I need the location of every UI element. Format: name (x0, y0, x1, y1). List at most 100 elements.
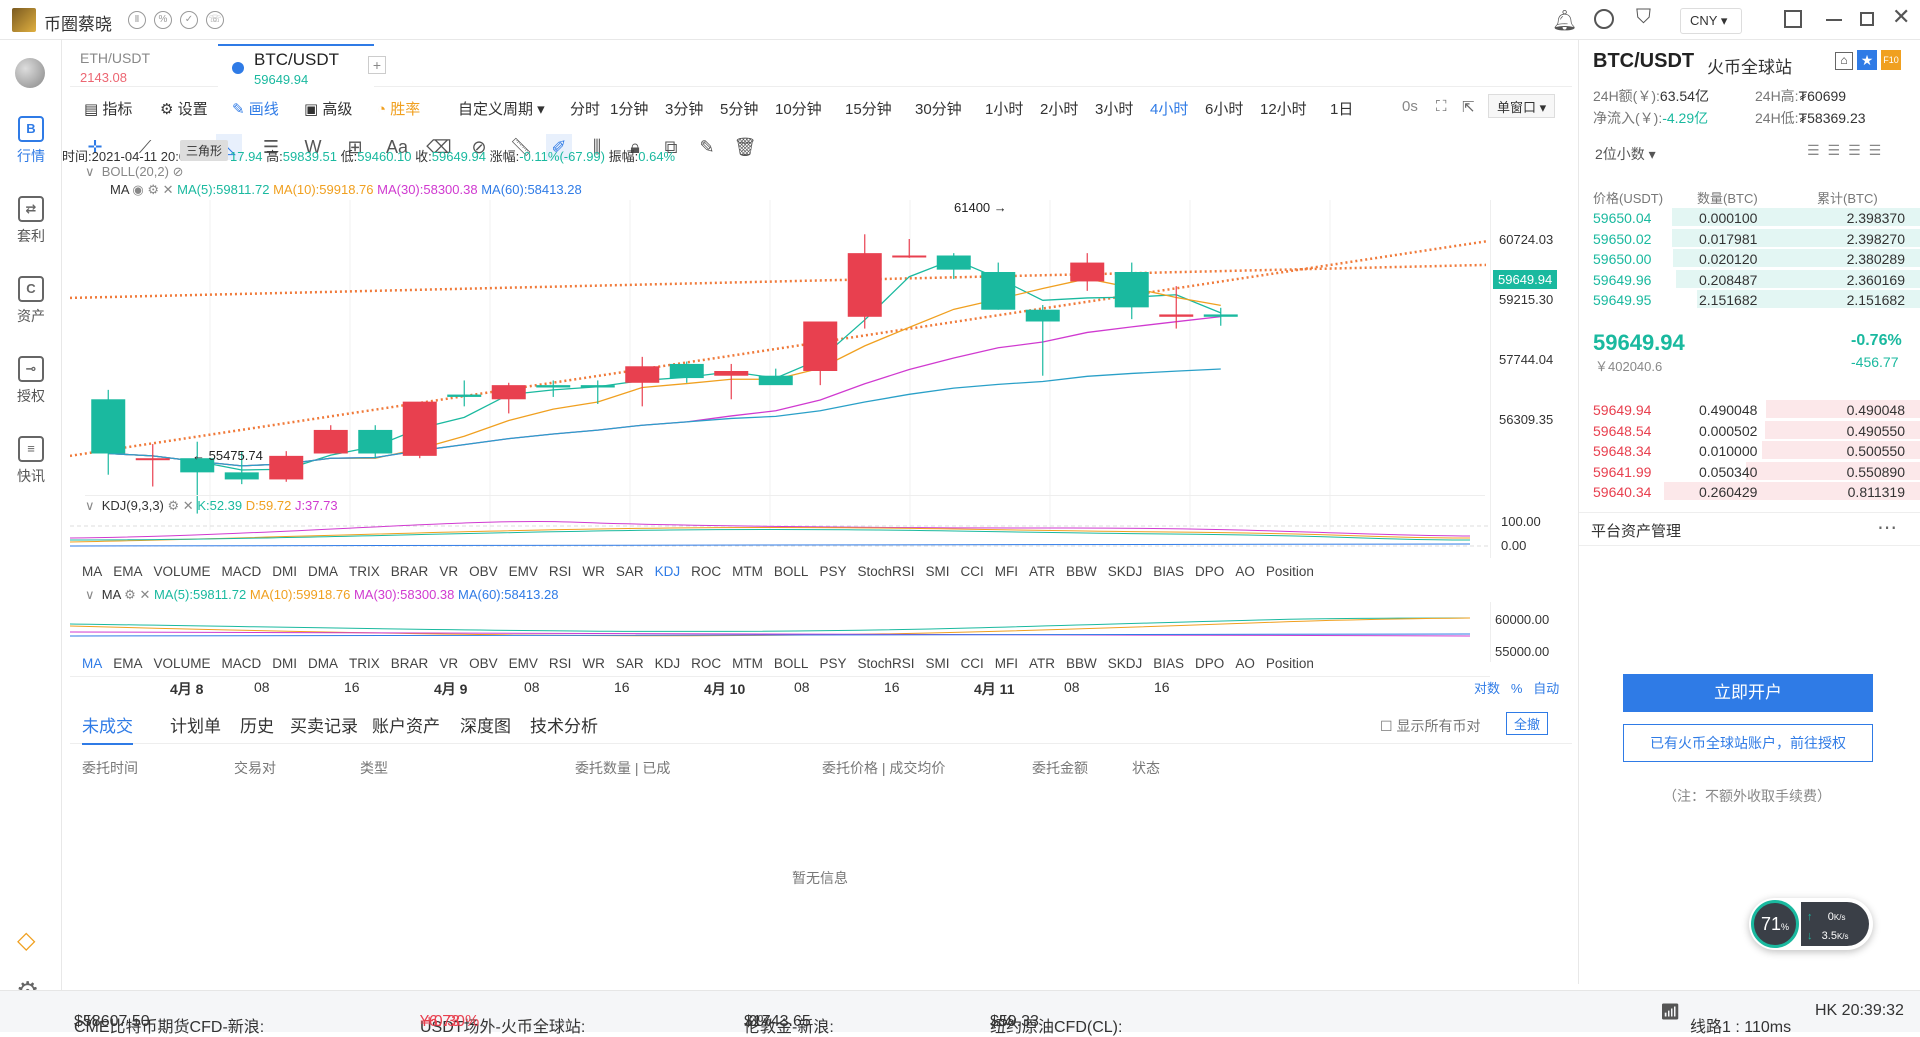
ticker-usdt[interactable]: USDT场外-火币全球站: ¥6.73 +0.30% (420, 1002, 585, 1036)
indicator-obv[interactable]: OBV (469, 656, 498, 671)
indicator-cci[interactable]: CCI (961, 564, 984, 579)
fullscreen-icon[interactable]: ⛶ (1436, 98, 1447, 115)
order-tab-6[interactable]: 技术分析 (530, 712, 598, 737)
home-icon[interactable]: ⌂ (1835, 52, 1853, 70)
indicator-kdj[interactable]: KDJ (655, 564, 681, 579)
delete-tool-icon[interactable]: 🗑︎ (732, 134, 758, 160)
period-10[interactable]: 4小时 (1150, 98, 1188, 119)
pct-toggle[interactable]: % (1511, 681, 1523, 696)
winrate-button[interactable]: ◔ 胜率 (377, 98, 420, 119)
window-mode-select[interactable]: 单窗口 ▾ (1488, 94, 1556, 118)
period-12[interactable]: 12小时 (1260, 98, 1307, 119)
indicator-ma[interactable]: MA (82, 564, 102, 579)
open-account-button[interactable]: 立即开户 (1623, 674, 1873, 712)
tab-btc[interactable]: BTC/USDT 59649.94 (218, 44, 374, 87)
kdj-settings-icon[interactable]: ⚙ ✕ (168, 498, 194, 513)
period-8[interactable]: 2小时 (1040, 98, 1078, 119)
sub-settings-icon[interactable]: ⚙ ✕ (124, 587, 150, 602)
indicator-smi[interactable]: SMI (925, 564, 949, 579)
sidebar-item-auth[interactable]: ⊸ 授权 (0, 356, 62, 406)
tab-eth[interactable]: ETH/USDT 2143.08 (80, 46, 210, 86)
indicator-skdj[interactable]: SKDJ (1108, 656, 1143, 671)
advanced-button[interactable]: ▣ 高级 (304, 98, 352, 119)
indicator-dpo[interactable]: DPO (1195, 656, 1224, 671)
sidebar-item-assets[interactable]: C 资产 (0, 276, 62, 326)
indicator-brar[interactable]: BRAR (391, 656, 429, 671)
ticker-gold[interactable]: 伦敦金-新浪: $1743.65 0% (744, 1002, 834, 1036)
indicator-wr[interactable]: WR (582, 564, 605, 579)
indicator-boll[interactable]: BOLL (774, 564, 809, 579)
ticker-cme[interactable]: CME比特币期货CFD-新浪: $58607.50 -% (74, 1002, 264, 1036)
indicator-dmi[interactable]: DMI (272, 564, 297, 579)
order-tab-3[interactable]: 买卖记录 (290, 712, 358, 737)
indicator-kdj[interactable]: KDJ (655, 656, 681, 671)
indicator-bias[interactable]: BIAS (1153, 656, 1184, 671)
sidebar-item-market[interactable]: B 行情 (0, 116, 62, 166)
period-1[interactable]: 1分钟 (610, 98, 648, 119)
cancel-all-button[interactable]: 全撤 (1506, 712, 1549, 735)
diamond-icon[interactable]: ◇ (17, 926, 35, 955)
custom-period-select[interactable]: 自定义周期 ▾ (458, 98, 545, 119)
collapse-icon[interactable]: ∨ (85, 587, 95, 602)
indicator-smi[interactable]: SMI (925, 656, 949, 671)
indicator-volume[interactable]: VOLUME (154, 656, 211, 671)
app-avatar[interactable] (12, 8, 36, 32)
period-7[interactable]: 1小时 (985, 98, 1023, 119)
bell-icon[interactable]: 🔔︎ (1552, 8, 1577, 33)
f10-icon[interactable]: F10 (1881, 50, 1901, 70)
candlestick-chart[interactable] (70, 200, 1490, 530)
draw-button[interactable]: ✎ 画线 (232, 98, 279, 119)
indicator-bbw[interactable]: BBW (1066, 564, 1097, 579)
indicator-mtm[interactable]: MTM (732, 564, 763, 579)
eye-icon[interactable]: ◉ ⚙ ✕ (132, 182, 173, 197)
star-icon[interactable]: ★ (1857, 50, 1877, 70)
phone-icon[interactable]: ☏ (206, 11, 224, 29)
show-all-checkbox[interactable]: ☐ 显示所有币对 (1380, 716, 1480, 736)
indicator-roc[interactable]: ROC (691, 564, 721, 579)
indicator-cci[interactable]: CCI (961, 656, 984, 671)
close-icon[interactable]: ✕ (1892, 4, 1910, 30)
order-tab-1[interactable]: 计划单 (170, 712, 221, 737)
settings-button[interactable]: ⚙ 设置 (160, 98, 208, 119)
indicator-ao[interactable]: AO (1235, 656, 1255, 671)
indicator-ao[interactable]: AO (1235, 564, 1255, 579)
check-icon[interactable]: ✓ (180, 11, 198, 29)
indicator-mfi[interactable]: MFI (995, 564, 1018, 579)
indicator-macd[interactable]: MACD (222, 656, 262, 671)
indicator-mtm[interactable]: MTM (732, 656, 763, 671)
sidebar-item-news[interactable]: ≡ 快讯 (0, 436, 62, 486)
edit-tool-icon[interactable]: ✎ (694, 134, 720, 160)
logo-icon[interactable] (15, 58, 45, 88)
order-tab-4[interactable]: 账户资产 (372, 712, 440, 737)
layout-icon[interactable] (1784, 10, 1802, 28)
indicators-button[interactable]: ▤ 指标 (84, 98, 132, 119)
indicator-rsi[interactable]: RSI (549, 564, 572, 579)
period-4[interactable]: 10分钟 (775, 98, 822, 119)
indicator-volume[interactable]: VOLUME (154, 564, 211, 579)
auto-toggle[interactable]: 自动 (1533, 681, 1559, 696)
indicator-macd[interactable]: MACD (222, 564, 262, 579)
eye-off-icon[interactable]: ⊘ (173, 164, 184, 179)
period-0[interactable]: 分时 (570, 98, 600, 119)
indicator-brar[interactable]: BRAR (391, 564, 429, 579)
indicator-psy[interactable]: PSY (819, 564, 846, 579)
indicator-dma[interactable]: DMA (308, 564, 338, 579)
order-tab-2[interactable]: 历史 (240, 712, 274, 737)
indicator-roc[interactable]: ROC (691, 656, 721, 671)
indicator-dmi[interactable]: DMI (272, 656, 297, 671)
indicator-emv[interactable]: EMV (509, 656, 538, 671)
indicator-position[interactable]: Position (1266, 564, 1314, 579)
indicator-position[interactable]: Position (1266, 656, 1314, 671)
indicator-ma[interactable]: MA (82, 656, 102, 671)
currency-select[interactable]: CNY ▾ (1680, 8, 1742, 34)
indicator-vr[interactable]: VR (439, 656, 458, 671)
popout-icon[interactable]: ⇱ (1462, 98, 1475, 116)
orderbook-row[interactable]: 59649.95 2.151682 2.151682 (1579, 288, 1920, 313)
indicator-trix[interactable]: TRIX (349, 564, 380, 579)
indicator-boll[interactable]: BOLL (774, 656, 809, 671)
decimals-select[interactable]: 2位小数 ▾ (1595, 144, 1656, 164)
order-tab-0[interactable]: 未成交 (82, 712, 133, 745)
indicator-wr[interactable]: WR (582, 656, 605, 671)
indicator-stochrsi[interactable]: StochRSI (857, 656, 914, 671)
indicator-atr[interactable]: ATR (1029, 656, 1055, 671)
